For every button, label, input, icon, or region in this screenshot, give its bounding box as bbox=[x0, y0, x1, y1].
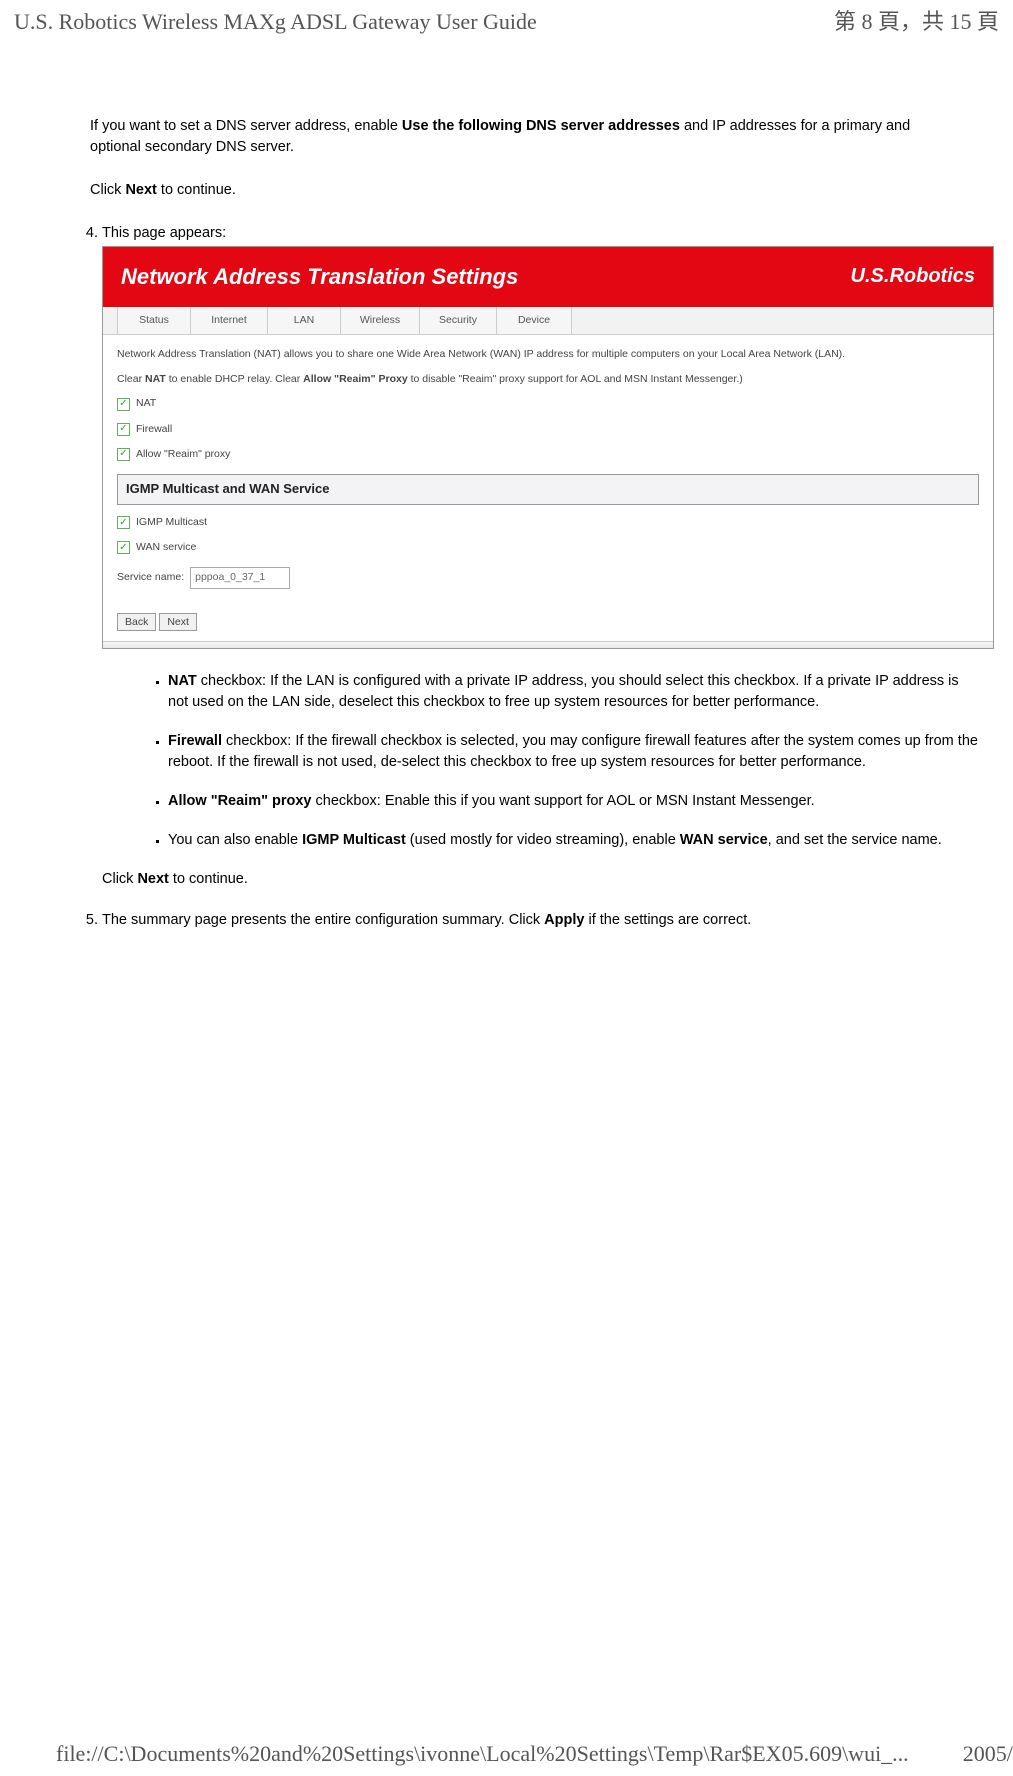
ss-bottom-bar bbox=[103, 641, 993, 648]
cb-nat-label: NAT bbox=[136, 396, 156, 411]
ss-tabs: Status Internet LAN Wireless Security De… bbox=[103, 307, 993, 335]
ss-d2c: to enable DHCP relay. Clear bbox=[166, 373, 303, 385]
ss-title-text: Network Address Translation Settings bbox=[121, 261, 518, 293]
cn2c: to continue. bbox=[169, 871, 248, 887]
tab-status[interactable]: Status bbox=[117, 307, 191, 334]
intro-click-a: Click bbox=[90, 182, 125, 198]
nat-screenshot: Network Address Translation Settings U.S… bbox=[102, 246, 994, 649]
cn2b: Next bbox=[137, 871, 168, 887]
cb-wan-label: WAN service bbox=[136, 540, 196, 555]
s5c: if the settings are correct. bbox=[584, 912, 751, 928]
tab-device[interactable]: Device bbox=[497, 307, 572, 334]
step4-lead: This page appears: bbox=[102, 225, 226, 241]
checkbox-wan[interactable] bbox=[117, 541, 130, 554]
bullet-fw-text: checkbox: If the firewall checkbox is se… bbox=[168, 733, 978, 770]
service-name-input[interactable]: pppoa_0_37_1 bbox=[190, 567, 290, 588]
intro-click-b: Next bbox=[125, 182, 156, 198]
ss-d2e: to disable "Reaim" proxy support for AOL… bbox=[408, 373, 743, 385]
intro-dns-a: If you want to set a DNS server address,… bbox=[90, 118, 402, 134]
tab-lan[interactable]: LAN bbox=[268, 307, 341, 334]
cb-reaim-label: Allow "Reaim" proxy bbox=[136, 447, 230, 462]
b4e: , and set the service name. bbox=[768, 832, 942, 848]
ss-desc1: Network Address Translation (NAT) allows… bbox=[117, 347, 979, 362]
intro-dns: If you want to set a DNS server address,… bbox=[90, 116, 930, 158]
bullet-reaim-text: checkbox: Enable this if you want suppor… bbox=[311, 793, 814, 809]
checkbox-igmp[interactable] bbox=[117, 516, 130, 529]
back-button[interactable]: Back bbox=[117, 613, 156, 631]
igmp-section-header: IGMP Multicast and WAN Service bbox=[117, 474, 979, 505]
footer-date: 2005/7/4 bbox=[963, 1738, 1013, 1770]
b4b: IGMP Multicast bbox=[302, 832, 406, 848]
doc-title: U.S. Robotics Wireless MAXg ADSL Gateway… bbox=[14, 6, 537, 38]
step-4: This page appears: Network Address Trans… bbox=[102, 223, 972, 890]
cb-firewall-label: Firewall bbox=[136, 422, 172, 437]
bullet-reaim: Allow "Reaim" proxy checkbox: Enable thi… bbox=[168, 791, 978, 812]
bullet-nat: NAT checkbox: If the LAN is configured w… bbox=[168, 671, 978, 713]
ss-desc2: Clear NAT to enable DHCP relay. Clear Al… bbox=[117, 372, 979, 387]
service-name-label: Service name: bbox=[117, 570, 184, 585]
bullet-reaim-term: Allow "Reaim" proxy bbox=[168, 793, 311, 809]
cb-igmp-label: IGMP Multicast bbox=[136, 515, 207, 530]
intro-click-c: to continue. bbox=[157, 182, 236, 198]
tab-security[interactable]: Security bbox=[420, 307, 497, 334]
b4c: (used mostly for video streaming), enabl… bbox=[406, 832, 680, 848]
b4a: You can also enable bbox=[168, 832, 302, 848]
bullet-igmp: You can also enable IGMP Multicast (used… bbox=[168, 830, 978, 851]
intro-dns-b: Use the following DNS server addresses bbox=[402, 118, 680, 134]
checkbox-firewall[interactable] bbox=[117, 423, 130, 436]
cn2a: Click bbox=[102, 871, 137, 887]
checkbox-nat[interactable] bbox=[117, 398, 130, 411]
b4d: WAN service bbox=[680, 832, 768, 848]
page-indicator: 第 8 頁，共 15 頁 bbox=[834, 6, 999, 38]
tab-wireless[interactable]: Wireless bbox=[341, 307, 420, 334]
bullet-firewall: Firewall checkbox: If the firewall check… bbox=[168, 731, 978, 773]
ss-d2b: NAT bbox=[145, 373, 166, 385]
ss-d2d: Allow "Reaim" Proxy bbox=[303, 373, 408, 385]
bullet-nat-term: NAT bbox=[168, 673, 197, 689]
click-next-2: Click Next to continue. bbox=[102, 869, 972, 890]
bullet-fw-term: Firewall bbox=[168, 733, 222, 749]
step-5: The summary page presents the entire con… bbox=[102, 910, 972, 931]
footer-path: file://C:\Documents%20and%20Settings\ivo… bbox=[56, 1738, 909, 1770]
next-button[interactable]: Next bbox=[159, 613, 197, 631]
checkbox-reaim[interactable] bbox=[117, 448, 130, 461]
ss-d2a: Clear bbox=[117, 373, 145, 385]
ss-brand: U.S.Robotics bbox=[851, 262, 975, 291]
intro-click-next: Click Next to continue. bbox=[90, 180, 930, 201]
tab-internet[interactable]: Internet bbox=[191, 307, 268, 334]
s5b: Apply bbox=[544, 912, 584, 928]
bullet-nat-text: checkbox: If the LAN is configured with … bbox=[168, 673, 959, 710]
s5a: The summary page presents the entire con… bbox=[102, 912, 544, 928]
